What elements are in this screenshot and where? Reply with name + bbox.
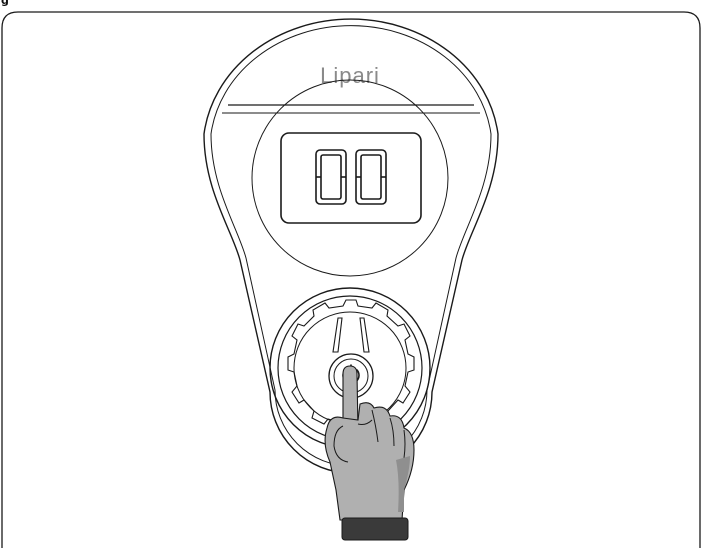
dial-slot-right xyxy=(359,317,370,353)
display-window xyxy=(280,132,422,224)
sleeve-cuff xyxy=(341,517,409,541)
device-illustration: Lipari 00 xyxy=(1,11,701,548)
brand-label: Lipari xyxy=(320,63,380,88)
dial-slot-left xyxy=(332,317,343,353)
